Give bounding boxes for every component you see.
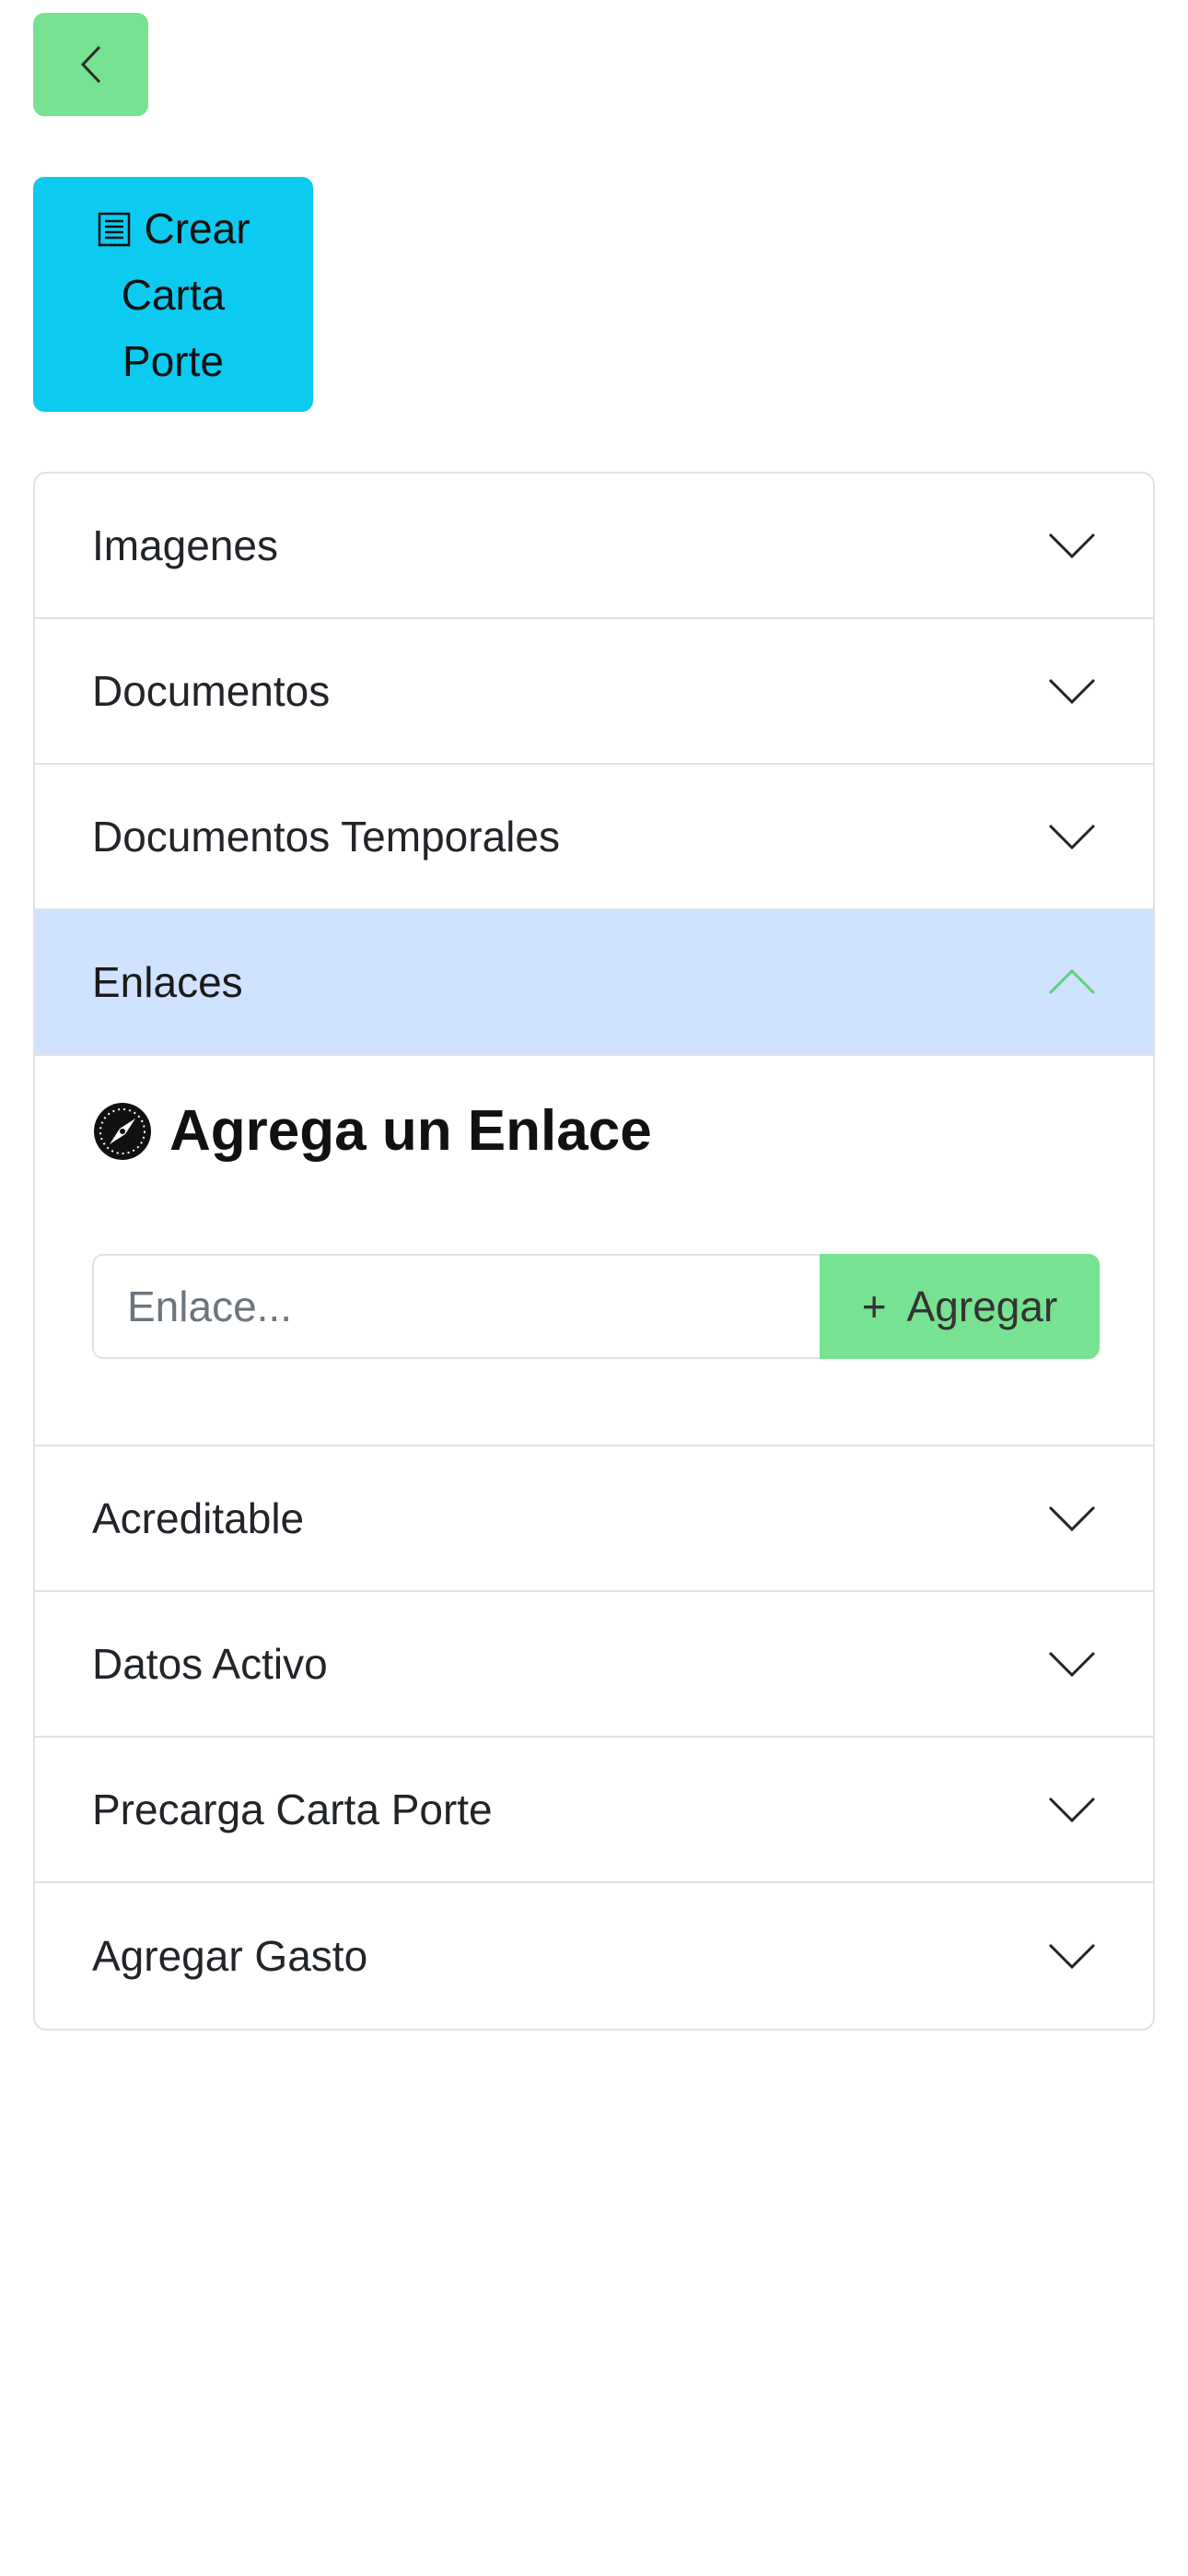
accordion: Imagenes Documentos Documentos Temporale… [33, 472, 1155, 2031]
chevron-down-icon [1048, 678, 1096, 705]
enlaces-title-text: Agrega un Enlace [169, 1099, 652, 1163]
enlaces-title: Agrega un Enlace [92, 1098, 652, 1164]
accordion-header-documentos-temporales[interactable]: Documentos Temporales [35, 765, 1153, 910]
chevron-down-icon [1048, 1505, 1096, 1532]
chevron-up-icon [1048, 968, 1096, 995]
crear-label-line1: Crear [144, 204, 250, 252]
document-icon [99, 212, 131, 246]
accordion-label: Precarga Carta Porte [92, 1786, 493, 1833]
accordion-label: Documentos Temporales [92, 813, 560, 861]
chevron-down-icon [1048, 824, 1096, 850]
enlaces-panel: Agrega un Enlace + Agregar [35, 1056, 1153, 1446]
agregar-enlace-button[interactable]: + Agregar [820, 1254, 1100, 1359]
accordion-header-documentos[interactable]: Documentos [35, 619, 1153, 765]
chevron-down-icon [1048, 1797, 1096, 1823]
accordion-header-agregar-gasto[interactable]: Agregar Gasto [35, 1883, 1153, 2029]
crear-label-line3: Porte [122, 336, 224, 385]
back-button[interactable] [33, 13, 148, 116]
crear-carta-porte-button[interactable]: Crear Carta Porte [33, 177, 313, 412]
crear-label-line2: Carta [121, 270, 226, 319]
chevron-down-icon [1048, 1943, 1096, 1970]
accordion-header-datos-activo[interactable]: Datos Activo [35, 1592, 1153, 1738]
chevron-down-icon [1048, 533, 1096, 559]
chevron-down-icon [1048, 1651, 1096, 1678]
plus-icon: + [861, 1282, 887, 1330]
chevron-left-icon [80, 45, 100, 84]
accordion-header-enlaces[interactable]: Enlaces [35, 910, 1153, 1056]
accordion-header-imagenes[interactable]: Imagenes [35, 474, 1153, 619]
agregar-label: Agregar [906, 1282, 1058, 1330]
accordion-label: Documentos [92, 667, 331, 715]
enlace-input-group: + Agregar [92, 1254, 1100, 1359]
page: Crear Carta Porte Imagenes Documentos Do… [0, 0, 1188, 2576]
accordion-header-precarga-carta-porte[interactable]: Precarga Carta Porte [35, 1738, 1153, 1883]
accordion-label: Acreditable [92, 1494, 305, 1542]
enlace-input[interactable] [92, 1254, 820, 1359]
accordion-label: Agregar Gasto [92, 1932, 368, 1980]
accordion-label: Imagenes [92, 521, 279, 569]
compass-icon [94, 1102, 151, 1160]
accordion-header-acreditable[interactable]: Acreditable [35, 1446, 1153, 1592]
accordion-label: Enlaces [92, 958, 243, 1006]
accordion-label: Datos Activo [92, 1640, 328, 1688]
